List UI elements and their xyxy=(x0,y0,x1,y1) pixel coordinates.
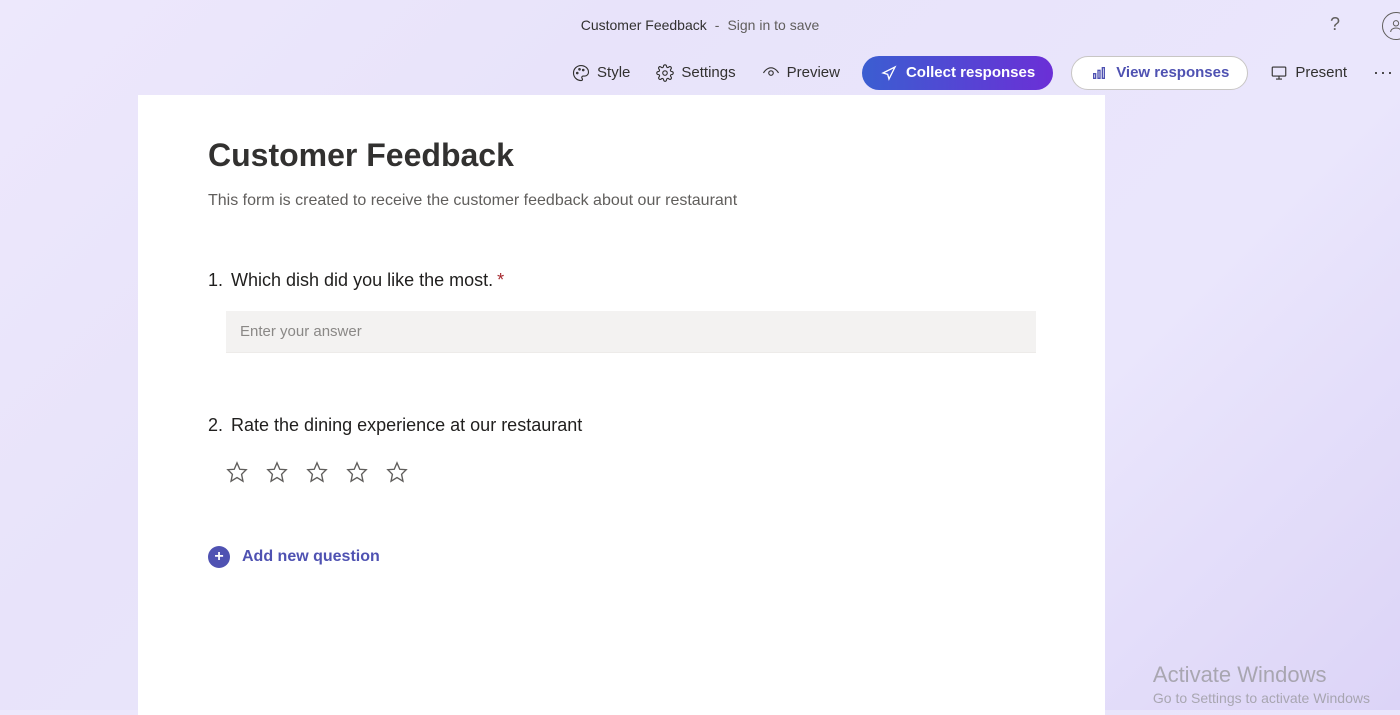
preview-button[interactable]: Preview xyxy=(758,58,844,88)
form-name[interactable]: Customer Feedback xyxy=(581,17,707,33)
view-label: View responses xyxy=(1116,64,1229,81)
question-1-header: 1. Which dish did you like the most.* xyxy=(208,270,1035,291)
chart-icon xyxy=(1090,64,1108,82)
view-responses-button[interactable]: View responses xyxy=(1071,56,1248,90)
title-area: Customer Feedback - Sign in to save xyxy=(581,17,820,33)
add-question-label: Add new question xyxy=(242,548,380,566)
avatar-icon[interactable] xyxy=(1382,12,1400,40)
help-icon[interactable]: ? xyxy=(1330,14,1340,35)
star-icon[interactable] xyxy=(266,461,288,488)
collect-label: Collect responses xyxy=(906,64,1035,81)
watermark-title: Activate Windows xyxy=(1153,662,1370,688)
plus-icon: + xyxy=(208,546,230,568)
palette-icon xyxy=(572,64,590,82)
more-options-button[interactable]: ··· xyxy=(1369,62,1398,83)
question-number: 1. xyxy=(208,270,223,291)
question-2[interactable]: 2. Rate the dining experience at our res… xyxy=(208,415,1035,488)
question-text: Rate the dining experience at our restau… xyxy=(231,415,582,436)
present-label: Present xyxy=(1295,64,1347,81)
style-label: Style xyxy=(597,64,630,81)
star-icon[interactable] xyxy=(306,461,328,488)
star-icon[interactable] xyxy=(346,461,368,488)
question-text: Which dish did you like the most.* xyxy=(231,270,504,291)
question-1[interactable]: 1. Which dish did you like the most.* xyxy=(208,270,1035,353)
page-title[interactable]: Customer Feedback xyxy=(208,137,1035,174)
eye-icon xyxy=(762,64,780,82)
question-number: 2. xyxy=(208,415,223,436)
separator: - xyxy=(715,17,720,33)
add-question-button[interactable]: + Add new question xyxy=(208,546,1035,568)
star-icon[interactable] xyxy=(226,461,248,488)
settings-button[interactable]: Settings xyxy=(652,58,739,88)
form-description[interactable]: This form is created to receive the cust… xyxy=(208,192,1035,210)
signin-link[interactable]: Sign in to save xyxy=(727,17,819,33)
monitor-icon xyxy=(1270,64,1288,82)
star-icon[interactable] xyxy=(386,461,408,488)
watermark-subtitle: Go to Settings to activate Windows xyxy=(1153,690,1370,706)
windows-activation-watermark: Activate Windows Go to Settings to activ… xyxy=(1153,662,1370,706)
send-icon xyxy=(880,64,898,82)
question-2-header: 2. Rate the dining experience at our res… xyxy=(208,415,1035,436)
collect-responses-button[interactable]: Collect responses xyxy=(862,56,1053,90)
toolbar: Style Settings Preview Collect responses xyxy=(0,50,1400,95)
form-canvas: Customer Feedback This form is created t… xyxy=(138,95,1105,715)
gear-icon xyxy=(656,64,674,82)
preview-label: Preview xyxy=(787,64,840,81)
star-rating xyxy=(226,461,1035,488)
required-star: * xyxy=(497,270,504,290)
answer-input[interactable] xyxy=(226,311,1036,353)
present-button[interactable]: Present xyxy=(1266,58,1351,88)
top-bar: Customer Feedback - Sign in to save ? xyxy=(0,0,1400,50)
settings-label: Settings xyxy=(681,64,735,81)
style-button[interactable]: Style xyxy=(568,58,634,88)
